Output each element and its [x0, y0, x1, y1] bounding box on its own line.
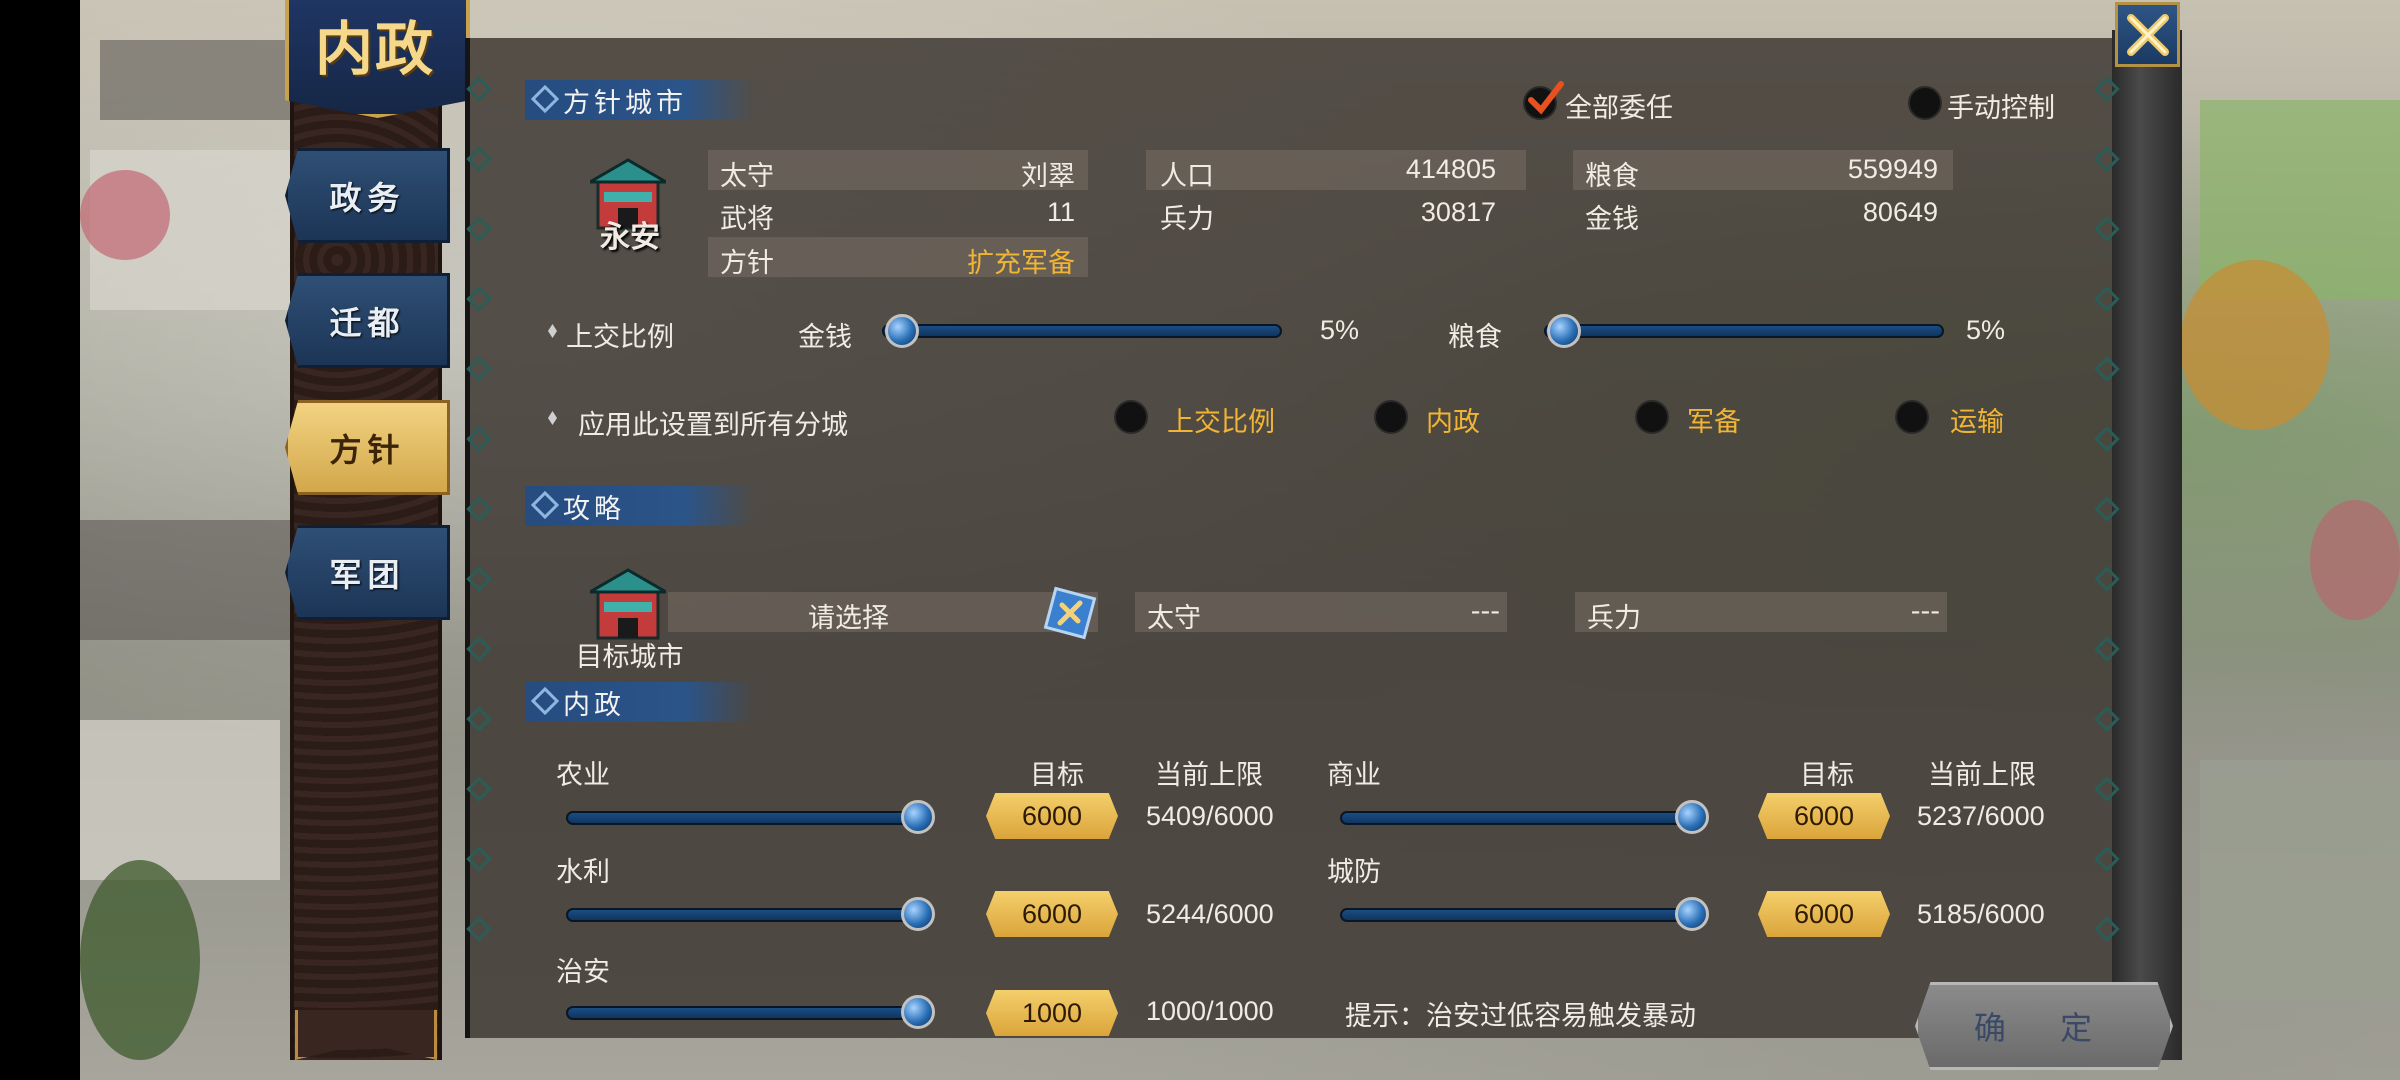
target-city-placeholder: 请选择	[808, 603, 889, 634]
agriculture-slider-handle[interactable]	[901, 800, 935, 834]
city-defense-slider-handle[interactable]	[1675, 897, 1709, 931]
section-domestic-title: 内政	[563, 689, 625, 721]
agriculture-slider[interactable]	[566, 811, 918, 825]
target-troops-value: ---	[1910, 596, 1940, 627]
population-value: 414805	[1405, 154, 1496, 184]
agriculture-target[interactable]: 6000	[986, 793, 1118, 839]
agriculture-current: 5409/6000	[1146, 801, 1274, 831]
tribute-label: 上交比例	[566, 322, 674, 353]
public-order-current: 1000/1000	[1146, 996, 1274, 1026]
apply-military-radio[interactable]	[1635, 400, 1669, 434]
section-policy-city: 方针城市	[525, 80, 755, 120]
food-label: 粮食	[1585, 161, 1639, 192]
population-label: 人口	[1160, 161, 1214, 192]
tribute-money-slider[interactable]	[882, 324, 1282, 338]
target-governor-label: 太守	[1147, 603, 1201, 634]
irrigation-slider-handle[interactable]	[901, 897, 935, 931]
city-defense-current: 5185/6000	[1917, 899, 2045, 929]
tab-affairs[interactable]: 政务	[285, 148, 450, 243]
section-strategy-title: 攻略	[563, 493, 625, 525]
tribute-food-slider-handle[interactable]	[1547, 314, 1581, 348]
food-value: 559949	[1847, 154, 1938, 184]
tab-relocate-capital[interactable]: 迁都	[285, 273, 450, 368]
tribute-food-percent: 5%	[1966, 315, 2006, 345]
target-governor-value: ---	[1470, 596, 1500, 627]
cap-header-left: 当前上限	[1155, 760, 1263, 791]
irrigation-current: 5244/6000	[1146, 899, 1274, 929]
public-order-label: 治安	[556, 957, 610, 988]
target-header-right: 目标	[1800, 760, 1854, 791]
generals-value: 11	[1046, 197, 1075, 227]
panel-right-rail	[2112, 30, 2182, 1060]
apply-transport-radio[interactable]	[1895, 400, 1929, 434]
irrigation-target[interactable]: 6000	[986, 891, 1118, 937]
irrigation-label: 水利	[556, 857, 610, 888]
tribute-food-label: 粮食	[1448, 322, 1502, 353]
confirm-button[interactable]: 确 定	[1915, 982, 2173, 1070]
apply-domestic-radio[interactable]	[1374, 400, 1408, 434]
governor-label: 太守	[720, 161, 774, 192]
commerce-slider-handle[interactable]	[1675, 800, 1709, 834]
public-order-slider-handle[interactable]	[901, 995, 935, 1029]
apply-domestic-label: 内政	[1426, 407, 1480, 438]
section-domestic: 内政	[525, 682, 755, 722]
governor-value: 刘翠	[1021, 161, 1075, 192]
manual-control-radio[interactable]	[1908, 86, 1942, 120]
cap-header-right: 当前上限	[1928, 760, 2036, 791]
policy-label: 方针	[720, 248, 774, 279]
checkmark-icon	[1528, 81, 1564, 115]
commerce-slider[interactable]	[1340, 811, 1692, 825]
target-city-label: 目标城市	[575, 642, 684, 673]
agriculture-label: 农业	[556, 760, 610, 791]
close-button[interactable]	[2115, 2, 2180, 67]
apply-military-label: 军备	[1687, 407, 1741, 438]
apply-transport-label: 运输	[1950, 407, 2004, 438]
generals-label: 武将	[720, 204, 774, 235]
select-target-button[interactable]	[1040, 583, 1100, 643]
section-strategy: 攻略	[525, 486, 755, 526]
tribute-money-slider-handle[interactable]	[885, 314, 919, 348]
commerce-current: 5237/6000	[1917, 801, 2045, 831]
close-icon	[2126, 13, 2169, 56]
diamond-icon	[530, 490, 560, 520]
policy-value: 扩充军备	[967, 248, 1075, 279]
commerce-label: 商业	[1327, 760, 1381, 791]
tribute-food-slider[interactable]	[1544, 324, 1944, 338]
public-order-hint: 提示：治安过低容易触发暴动	[1345, 1001, 1696, 1032]
target-header-left: 目标	[1030, 760, 1084, 791]
target-troops-label: 兵力	[1587, 603, 1641, 634]
tribute-money-percent: 5%	[1320, 315, 1360, 345]
apply-tribute-label: 上交比例	[1167, 407, 1275, 438]
commerce-target[interactable]: 6000	[1758, 793, 1890, 839]
money-value: 80649	[1862, 197, 1938, 227]
city-defense-label: 城防	[1327, 857, 1381, 888]
section-policy-city-title: 方针城市	[563, 87, 687, 119]
money-label: 金钱	[1585, 204, 1639, 235]
apply-tribute-radio[interactable]	[1114, 400, 1148, 434]
manual-control-label: 手动控制	[1947, 93, 2055, 124]
page-title: 内政	[314, 15, 435, 83]
apply-all-label: 应用此设置到所有分城	[578, 410, 848, 441]
city-defense-target[interactable]: 6000	[1758, 891, 1890, 937]
troops-value: 30817	[1420, 197, 1496, 227]
public-order-slider[interactable]	[566, 1006, 918, 1020]
public-order-target[interactable]: 1000	[986, 990, 1118, 1036]
city-name: 永安	[600, 220, 660, 255]
diamond-icon	[530, 84, 560, 114]
troops-label: 兵力	[1160, 204, 1214, 235]
tab-policy[interactable]: 方针	[285, 400, 450, 495]
tribute-money-label: 金钱	[798, 322, 852, 353]
city-defense-slider[interactable]	[1340, 908, 1692, 922]
delegate-all-checkbox[interactable]	[1523, 81, 1564, 120]
diamond-icon	[530, 686, 560, 716]
tab-corps[interactable]: 军团	[285, 525, 450, 620]
delegate-all-label: 全部委任	[1565, 93, 1673, 124]
irrigation-slider[interactable]	[566, 908, 918, 922]
